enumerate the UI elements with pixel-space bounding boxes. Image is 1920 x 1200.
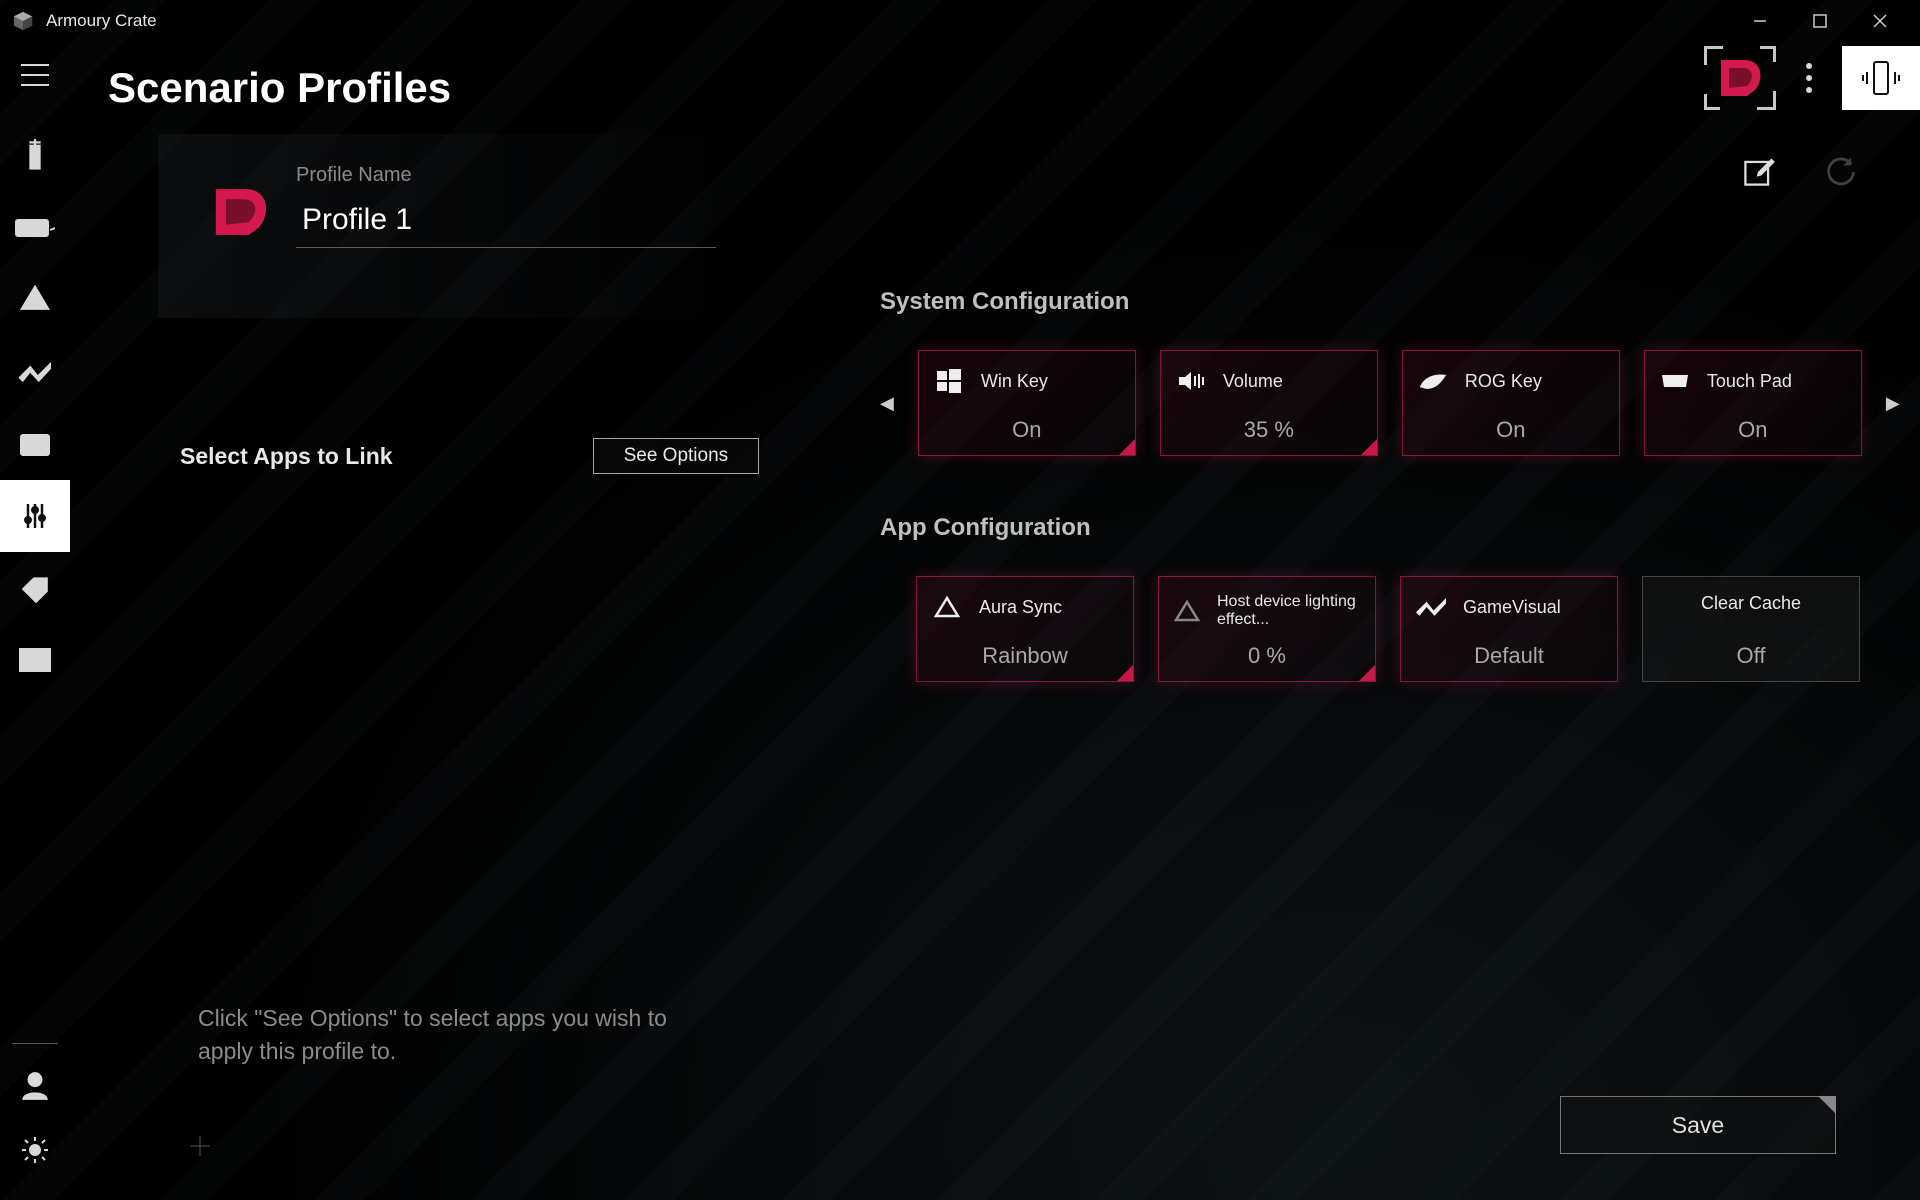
see-options-button[interactable]: See Options bbox=[593, 438, 760, 474]
aura-outline-icon bbox=[1173, 597, 1201, 625]
window-maximize-button[interactable] bbox=[1790, 0, 1850, 42]
app-title: Armoury Crate bbox=[46, 11, 157, 31]
scroll-left-icon[interactable]: ◀ bbox=[880, 383, 894, 423]
volume-icon bbox=[1175, 367, 1207, 395]
page-title: Scenario Profiles bbox=[108, 64, 1882, 112]
card-rog-key[interactable]: ROG Key On bbox=[1402, 350, 1620, 456]
sidebar-item-gamevisual[interactable] bbox=[0, 336, 70, 408]
app-icon bbox=[10, 8, 36, 34]
sidebar-item-news[interactable] bbox=[0, 624, 70, 696]
sidebar-item-home[interactable] bbox=[0, 120, 70, 192]
gamevisual-icon bbox=[1415, 593, 1447, 621]
window-close-button[interactable] bbox=[1850, 0, 1910, 42]
sidebar-item-keyboard[interactable] bbox=[0, 192, 70, 264]
windows-icon bbox=[933, 367, 965, 395]
profile-name-label: Profile Name bbox=[296, 164, 716, 187]
sidebar-item-account[interactable] bbox=[0, 1054, 70, 1118]
helper-text: Click "See Options" to select apps you w… bbox=[198, 1002, 718, 1069]
titlebar: Armoury Crate bbox=[0, 0, 1920, 42]
aura-icon bbox=[931, 593, 963, 621]
crosshair-marker bbox=[190, 1136, 210, 1156]
scroll-right-icon[interactable]: ▶ bbox=[1886, 383, 1900, 423]
sidebar-item-scenario-profiles[interactable] bbox=[0, 480, 70, 552]
window-minimize-button[interactable] bbox=[1730, 0, 1790, 42]
profile-logo-icon bbox=[208, 184, 272, 240]
sidebar-item-aura[interactable] bbox=[0, 264, 70, 336]
rog-icon bbox=[1417, 367, 1449, 395]
sidebar bbox=[0, 42, 70, 1200]
sidebar-item-deals[interactable] bbox=[0, 552, 70, 624]
system-config-title: System Configuration bbox=[880, 288, 1860, 316]
profile-editor: Profile Name bbox=[158, 134, 768, 318]
profile-name-input[interactable] bbox=[296, 201, 716, 248]
sidebar-item-library[interactable] bbox=[0, 408, 70, 480]
card-clear-cache[interactable]: Clear Cache Off bbox=[1642, 576, 1860, 682]
app-config-title: App Configuration bbox=[880, 514, 1860, 542]
hamburger-menu-icon[interactable] bbox=[21, 64, 49, 86]
card-host-lighting[interactable]: Host device lighting effect... 0 % bbox=[1158, 576, 1376, 682]
select-apps-label: Select Apps to Link bbox=[180, 443, 393, 470]
card-touch-pad[interactable]: Touch Pad On bbox=[1644, 350, 1862, 456]
card-aura-sync[interactable]: Aura Sync Rainbow bbox=[916, 576, 1134, 682]
save-button[interactable]: Save bbox=[1560, 1096, 1836, 1154]
sidebar-item-settings[interactable] bbox=[0, 1118, 70, 1182]
touchpad-icon bbox=[1659, 367, 1691, 395]
card-volume[interactable]: Volume 35 % bbox=[1160, 350, 1378, 456]
card-win-key[interactable]: Win Key On bbox=[918, 350, 1136, 456]
card-gamevisual[interactable]: GameVisual Default bbox=[1400, 576, 1618, 682]
